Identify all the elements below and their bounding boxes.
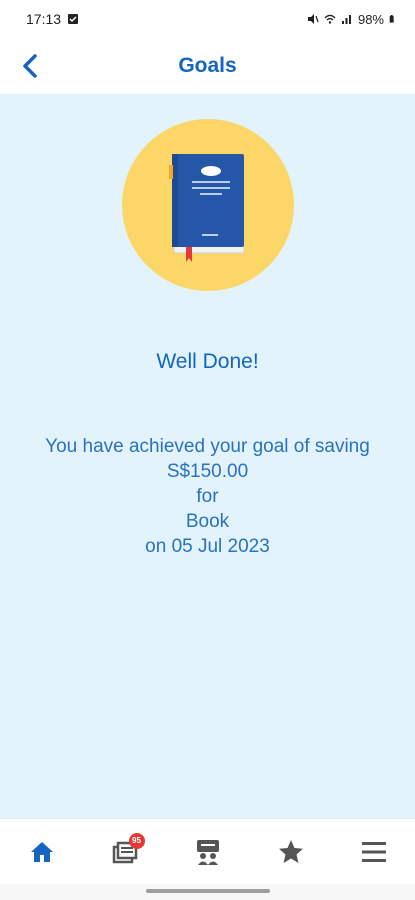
home-gesture-handle[interactable] xyxy=(146,889,270,893)
mute-icon xyxy=(307,14,319,24)
goal-message: You have achieved your goal of saving S$… xyxy=(0,434,415,559)
battery-percent: 98% xyxy=(357,11,384,27)
nav-community[interactable] xyxy=(178,827,238,877)
book-icon xyxy=(169,154,245,262)
wifi-icon xyxy=(324,14,336,24)
gesture-bar xyxy=(0,884,415,900)
menu-icon xyxy=(361,841,386,862)
community-icon xyxy=(196,839,219,865)
status-bar: 17:13 98% xyxy=(0,0,415,38)
signal-icon xyxy=(341,15,351,24)
home-icon xyxy=(30,841,53,862)
bottom-nav: 95 xyxy=(0,818,415,884)
star-icon xyxy=(278,839,303,863)
page-title: Goals xyxy=(178,54,237,77)
clipboard-check-icon xyxy=(68,14,79,24)
nav-home[interactable] xyxy=(12,827,72,877)
status-time: 17:13 xyxy=(26,11,62,27)
goal-name: Book xyxy=(185,511,230,532)
well-done-heading: Well Done! xyxy=(156,350,259,373)
nav-favorites[interactable] xyxy=(261,827,321,877)
battery-icon xyxy=(389,15,394,23)
chevron-left-icon xyxy=(23,54,37,78)
news-badge: 95 xyxy=(128,832,145,849)
goal-content: Well Done! You have achieved your goal o… xyxy=(0,94,415,818)
goal-illustration xyxy=(122,119,294,291)
nav-news[interactable]: 95 xyxy=(95,827,155,877)
message-line: You have achieved your goal of saving xyxy=(45,436,370,457)
status-left: 17:13 xyxy=(26,11,79,27)
app-header: Goals xyxy=(0,38,415,94)
goal-amount: S$150.00 xyxy=(166,461,249,482)
status-right: 98% xyxy=(307,12,397,27)
goal-date: on 05 Jul 2023 xyxy=(145,536,270,557)
message-line: for xyxy=(196,486,219,507)
nav-menu[interactable] xyxy=(344,827,404,877)
back-button[interactable] xyxy=(14,50,46,82)
